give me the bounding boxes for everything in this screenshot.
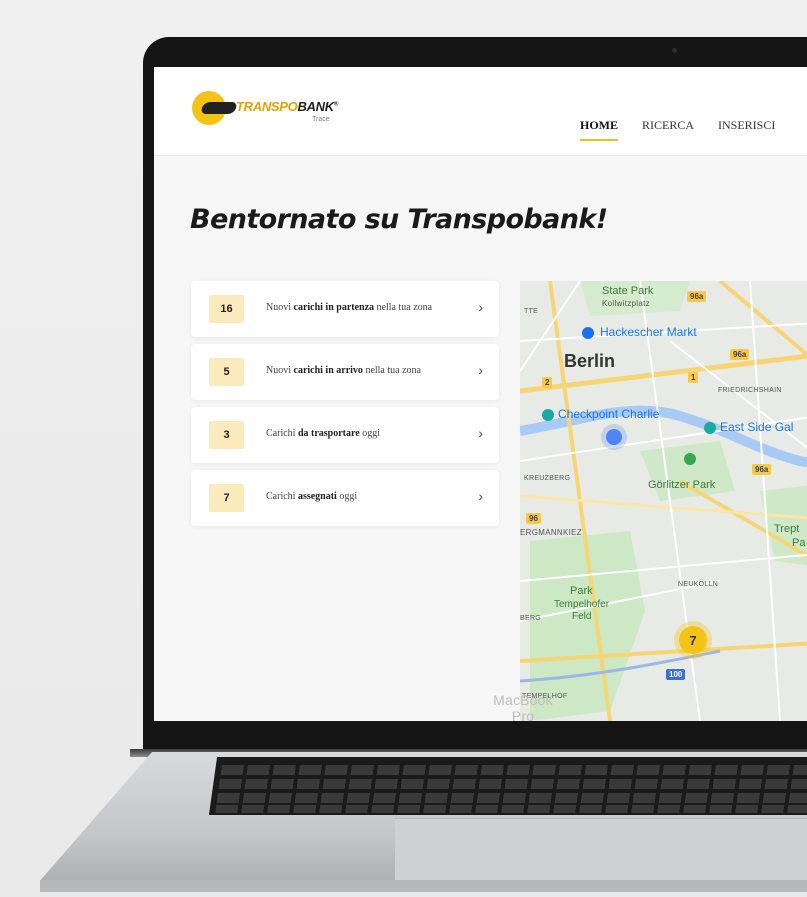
- logo-text: TRANSPOBANK®: [236, 99, 338, 114]
- map-label-bergmannkiez: ERGMANNKIEZ: [520, 528, 582, 537]
- card-arrivals[interactable]: 5 Nuovi carichi in arrivo nella tua zona…: [191, 344, 499, 400]
- laptop-lid: TRANSPOBANK® Trace HOME RICERCA INSERISC…: [143, 37, 807, 749]
- map-label-treptower-2: Pa: [792, 537, 806, 549]
- map-label-kreuzberg: KREUZBERG: [524, 475, 571, 482]
- count-badge: 3: [209, 421, 244, 449]
- summary-cards: 16 Nuovi carichi in partenza nella tua z…: [191, 281, 499, 533]
- card-label: Carichi assegnati oggi: [266, 491, 358, 502]
- chevron-right-icon: ›: [478, 488, 483, 504]
- brand-logo[interactable]: TRANSPOBANK® Trace: [192, 91, 352, 131]
- highway-badge: 100: [666, 669, 686, 680]
- highway-badge: 96a: [752, 464, 772, 475]
- map-label-state-park: State Park: [602, 285, 654, 297]
- map-label-treptower: Trept: [774, 523, 800, 535]
- map-label-tempelhofer: Tempelhofer: [554, 599, 610, 610]
- logo-icon: [192, 91, 226, 125]
- map-label-gorlitzer: Görlitzer Park: [648, 479, 716, 491]
- map-label-hackescher: Hackescher Markt: [600, 325, 697, 339]
- keyboard: [208, 757, 807, 815]
- chevron-right-icon: ›: [478, 425, 483, 441]
- app-header: TRANSPOBANK® Trace HOME RICERCA INSERISC…: [154, 67, 807, 156]
- main-nav: HOME RICERCA INSERISCI: [580, 118, 799, 141]
- highway-badge: 96a: [687, 291, 707, 302]
- map-label-tte: TTE: [524, 308, 539, 315]
- map-label-berlin: Berlin: [564, 351, 616, 371]
- logo-subtitle: Trace: [312, 116, 330, 123]
- page-title: Bentornato su Transpobank!: [190, 204, 608, 235]
- map-label-neukolln: NEUKÖLLN: [678, 581, 719, 588]
- highway-badge: 96: [526, 513, 541, 524]
- current-location-icon: [606, 429, 622, 445]
- trackpad: [395, 818, 807, 889]
- card-label: Nuovi carichi in arrivo nella tua zona: [266, 365, 421, 376]
- highway-badge: 96a: [730, 349, 750, 360]
- map[interactable]: State Park Kollwitzplatz 96a TTE FE Hack…: [520, 281, 807, 721]
- cluster-marker[interactable]: 7: [679, 626, 707, 654]
- chevron-right-icon: ›: [478, 299, 483, 315]
- map-graphics: [520, 281, 807, 721]
- camera-icon: [672, 48, 677, 53]
- card-to-transport[interactable]: 3 Carichi da trasportare oggi ›: [191, 407, 499, 463]
- nav-ricerca[interactable]: RICERCA: [642, 118, 694, 141]
- highway-badge: 1: [688, 372, 699, 383]
- landmark-pin-icon[interactable]: [704, 422, 716, 434]
- card-departures[interactable]: 16 Nuovi carichi in partenza nella tua z…: [191, 281, 499, 337]
- park-pin-icon[interactable]: [684, 453, 696, 465]
- count-badge: 16: [209, 295, 244, 323]
- card-assigned[interactable]: 7 Carichi assegnati oggi ›: [191, 470, 499, 526]
- laptop-foot: [40, 880, 807, 892]
- card-label: Nuovi carichi in partenza nella tua zona: [266, 302, 433, 313]
- map-label-park: Park: [570, 585, 593, 597]
- transit-pin-icon[interactable]: [582, 327, 594, 339]
- map-label-east-side: East Side Gal: [720, 420, 794, 434]
- count-badge: 7: [209, 484, 244, 512]
- map-label-checkpoint: Checkpoint Charlie: [558, 407, 660, 421]
- highway-badge: 2: [542, 377, 553, 388]
- map-label-berg: BERG: [520, 615, 542, 622]
- map-label-feld: Feld: [572, 611, 592, 622]
- screen: TRANSPOBANK® Trace HOME RICERCA INSERISC…: [154, 67, 807, 721]
- count-badge: 5: [209, 358, 244, 386]
- map-label-friedrichshain: FRIEDRICHSHAIN: [718, 387, 782, 394]
- nav-home[interactable]: HOME: [580, 118, 618, 141]
- nav-inserisci[interactable]: INSERISCI: [718, 118, 775, 141]
- map-label-kollwitzplatz: Kollwitzplatz: [602, 299, 650, 308]
- chevron-right-icon: ›: [478, 362, 483, 378]
- landmark-pin-icon[interactable]: [542, 409, 554, 421]
- card-label: Carichi da trasportare oggi: [266, 428, 380, 439]
